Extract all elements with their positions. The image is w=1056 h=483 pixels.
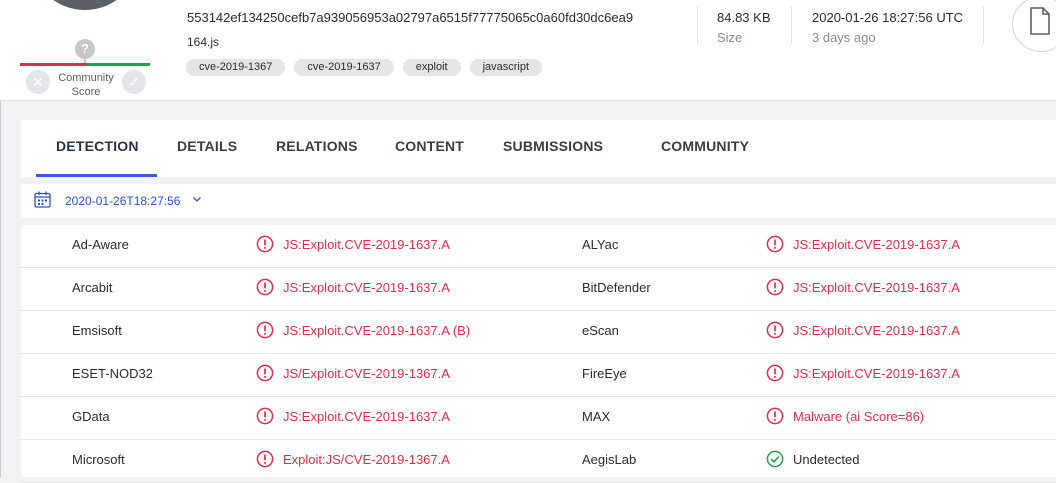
engine-name: eScan xyxy=(582,323,619,338)
engine-name: BitDefender xyxy=(582,280,651,295)
detection-result: JS:Exploit.CVE-2019-1637.A xyxy=(283,280,450,295)
check-icon: ✓ xyxy=(128,74,140,90)
alert-circle-icon xyxy=(766,321,784,339)
alert-circle-icon xyxy=(256,407,274,425)
detection-result: JS:Exploit.CVE-2019-1637.A (B) xyxy=(283,323,471,338)
detection-table: Ad-Aware JS:Exploit.CVE-2019-1637.A ALYac J… xyxy=(21,225,1056,483)
alert-circle-icon xyxy=(766,278,784,296)
table-row: ESET-NOD32 JS/Exploit.CVE-2019-1367.A Fire… xyxy=(21,354,1056,397)
report-tabs: DETECTION DETAILS RELATIONS CONTENT SUBM… xyxy=(21,120,1056,177)
score-bar-negative xyxy=(20,63,86,66)
community-score-label-line1: Community xyxy=(58,72,114,84)
tab-details[interactable]: DETAILS xyxy=(177,120,237,177)
detection-result: Exploit:JS/CVE-2019-1367.A xyxy=(283,452,450,467)
active-tab-indicator xyxy=(36,174,157,177)
chevron-down-icon[interactable] xyxy=(192,194,202,204)
detection-result: Malware (ai Score=86) xyxy=(793,409,925,424)
file-summary-header: ? ✕ Community Score ✓ 553142ef134250cefb… xyxy=(0,0,1056,101)
file-size-label: Size xyxy=(717,30,743,45)
community-score-label: Community Score xyxy=(56,71,116,99)
divider xyxy=(697,6,698,44)
community-score-bar xyxy=(20,63,150,66)
table-row: GData JS:Exploit.CVE-2019-1637.A MAX Malwar… xyxy=(21,397,1056,440)
tab-content[interactable]: CONTENT xyxy=(395,120,464,177)
alert-circle-icon xyxy=(256,321,274,339)
document-icon xyxy=(1012,0,1056,52)
tag-chip[interactable]: cve-2019-1367 xyxy=(186,59,286,76)
score-bar-positive xyxy=(86,63,150,66)
alert-circle-icon xyxy=(256,450,274,468)
analysis-date-relative: 3 days ago xyxy=(812,30,876,45)
engine-name: Ad-Aware xyxy=(72,237,129,252)
tag-chip[interactable]: exploit xyxy=(402,59,461,76)
analysis-date-value: 2020-01-26 18:27:56 UTC xyxy=(812,10,964,25)
engine-name: Emsisoft xyxy=(72,323,122,338)
tab-community[interactable]: COMMUNITY xyxy=(661,120,749,177)
tag-list: cve-2019-1367 cve-2019-1637 exploit java… xyxy=(186,59,543,76)
tag-chip[interactable]: cve-2019-1637 xyxy=(294,59,394,76)
tab-submissions[interactable]: SUBMISSIONS xyxy=(503,120,603,177)
table-row: Emsisoft JS:Exploit.CVE-2019-1637.A (B) eS… xyxy=(21,311,1056,354)
alert-circle-icon xyxy=(766,235,784,253)
x-icon: ✕ xyxy=(32,74,44,90)
engine-name: AegisLab xyxy=(582,452,637,467)
detection-result: JS:Exploit.CVE-2019-1637.A xyxy=(793,237,960,252)
detection-result: JS/Exploit.CVE-2019-1367.A xyxy=(283,366,450,381)
file-size-value: 84.83 KB xyxy=(717,10,771,25)
engine-name: MAX xyxy=(582,409,611,424)
divider xyxy=(983,6,984,44)
analysis-date-selector[interactable]: 2020-01-26T18:27:56 xyxy=(21,184,1056,218)
engine-name: Microsoft xyxy=(72,452,125,467)
alert-circle-icon xyxy=(256,235,274,253)
engine-name: Arcabit xyxy=(72,280,113,295)
tag-chip[interactable]: javascript xyxy=(469,59,543,76)
engine-name: FireEye xyxy=(582,366,627,381)
table-row: Ad-Aware JS:Exploit.CVE-2019-1637.A ALYac J… xyxy=(21,225,1056,268)
community-score-label-line2: Score xyxy=(71,86,101,98)
downvote-button[interactable]: ✕ xyxy=(26,70,50,94)
analysis-date-label[interactable]: 2020-01-26T18:27:56 xyxy=(65,194,180,208)
engine-name: GData xyxy=(72,409,110,424)
detection-result: JS:Exploit.CVE-2019-1637.A xyxy=(793,280,960,295)
calendar-icon xyxy=(34,191,51,208)
detection-result: Undetected xyxy=(793,452,860,467)
community-score-badge: ? xyxy=(75,39,95,59)
alert-circle-icon xyxy=(256,278,274,296)
engine-name: ALYac xyxy=(582,237,619,252)
alert-circle-icon xyxy=(766,364,784,382)
alert-circle-icon xyxy=(766,407,784,425)
detection-score-ring xyxy=(30,0,140,10)
alert-circle-icon xyxy=(256,364,274,382)
engine-name: ESET-NOD32 xyxy=(72,366,153,381)
detection-result: JS:Exploit.CVE-2019-1637.A xyxy=(793,323,960,338)
detection-result: JS:Exploit.CVE-2019-1637.A xyxy=(283,409,450,424)
detection-result: JS:Exploit.CVE-2019-1637.A xyxy=(793,366,960,381)
table-row: Arcabit JS:Exploit.CVE-2019-1637.A BitDefe… xyxy=(21,268,1056,311)
tab-relations[interactable]: RELATIONS xyxy=(276,120,358,177)
file-hash: 553142ef134250cefb7a939056953a02797a6515… xyxy=(187,10,634,25)
tab-detection[interactable]: DETECTION xyxy=(56,120,139,177)
upvote-button[interactable]: ✓ xyxy=(122,70,146,94)
detection-result: JS:Exploit.CVE-2019-1637.A xyxy=(283,237,450,252)
check-circle-icon xyxy=(766,450,784,468)
file-name: 164.js xyxy=(187,35,220,49)
divider xyxy=(791,6,792,44)
